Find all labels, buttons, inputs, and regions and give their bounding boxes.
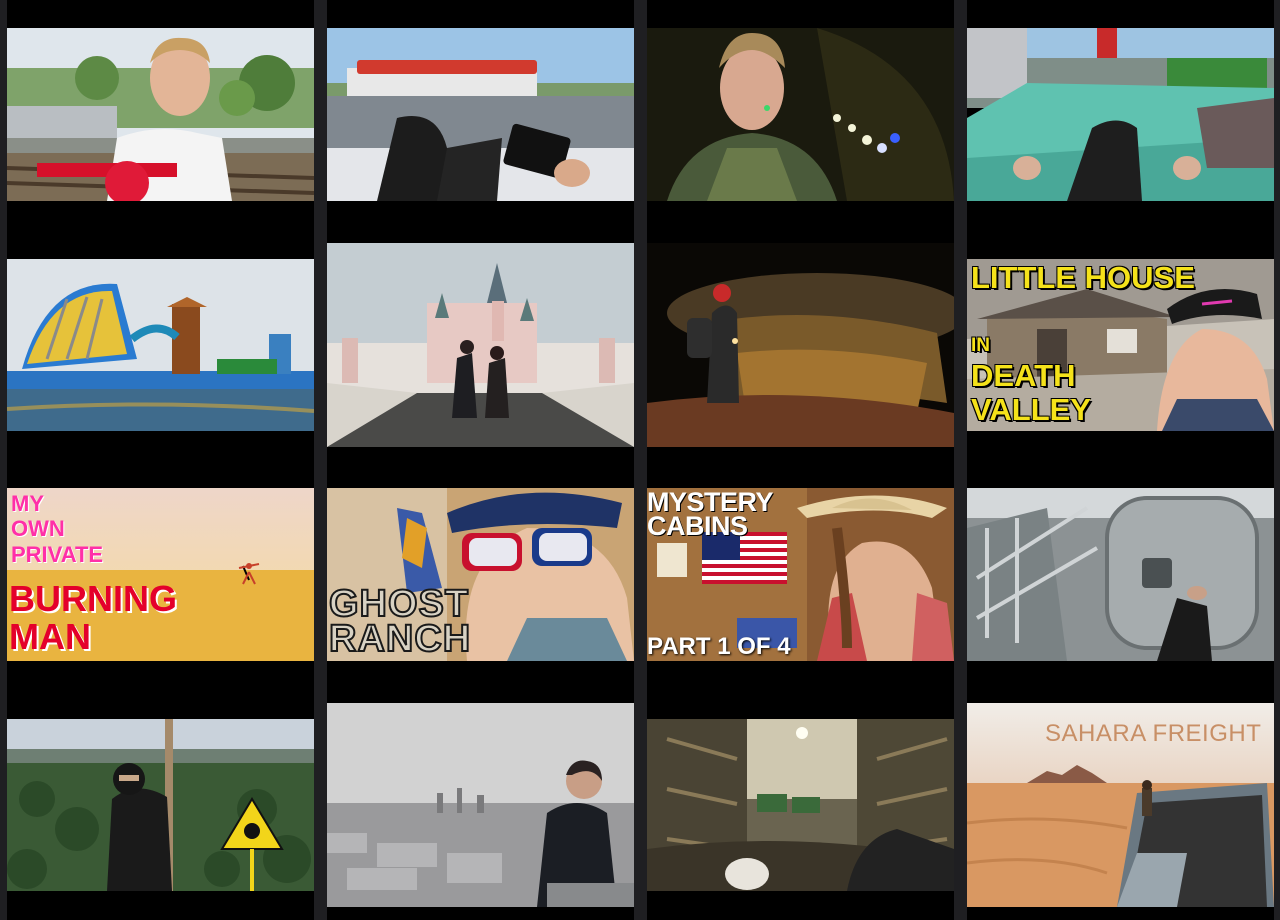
thumbnail-image [7, 719, 314, 891]
thumbnail-image [327, 243, 634, 447]
title-line-2: CABINS [647, 511, 748, 541]
video-thumbnail-ghost-ranch[interactable]: GHOST RANCH [327, 488, 634, 661]
title-line-4: VALLEY [971, 392, 1091, 427]
title-line-3: DEATH [971, 358, 1076, 393]
video-thumbnail-castle[interactable] [327, 243, 634, 447]
title-line-5: MAN [9, 616, 91, 657]
video-thumbnail-forest-climb[interactable] [7, 719, 314, 891]
video-thumbnail-little-house[interactable]: LITTLE HOUSE IN DEATH VALLEY [967, 259, 1274, 431]
video-thumbnail-mystery-cabins[interactable]: MYSTERY CABINS PART 1 OF 4 [647, 488, 954, 661]
thumbnail-image [327, 28, 634, 201]
gallery-column-1: MY OWN PRIVATE BURNING MAN [7, 0, 314, 920]
thumbnail-image [327, 703, 634, 907]
gallery-column-3: MYSTERY CABINS PART 1 OF 4 [647, 0, 954, 920]
title-line-2: RANCH [328, 618, 472, 660]
title-line-3: PART 1 OF 4 [647, 633, 791, 660]
title-line-1: LITTLE HOUSE [971, 260, 1195, 295]
video-thumbnail-ship-stairs[interactable] [967, 488, 1274, 661]
thumbnail-image [647, 243, 954, 447]
thumbnail-image [7, 259, 314, 431]
title-line-3: PRIVATE [11, 542, 104, 567]
title-line-1: MY [11, 491, 44, 516]
thumbnail-image [647, 28, 954, 201]
video-thumbnail-rooftop-pov[interactable] [967, 28, 1274, 201]
title-line-2: OWN [11, 516, 65, 541]
video-thumbnail-cave[interactable] [647, 243, 954, 447]
thumbnail-image [967, 488, 1274, 661]
video-thumbnail-bunker[interactable] [647, 719, 954, 891]
video-thumbnail-burning-man[interactable]: MY OWN PRIVATE BURNING MAN [7, 488, 314, 661]
video-thumbnail-city-rooftop[interactable] [327, 703, 634, 907]
title-line-4: BURNING [9, 578, 177, 619]
thumbnail-image [647, 719, 954, 891]
video-thumbnail-water-park[interactable] [7, 259, 314, 431]
video-thumbnail-tunnel[interactable] [647, 28, 954, 201]
gallery-column-4: LITTLE HOUSE IN DEATH VALLEY SAHARA FREI… [967, 0, 1274, 920]
video-thumbnail-sahara-freight[interactable]: SAHARA FREIGHT [967, 703, 1274, 907]
thumbnail-image [7, 28, 314, 201]
title-text: SAHARA FREIGHT [1045, 720, 1262, 747]
thumbnail-image [967, 28, 1274, 201]
gallery-column-2: GHOST RANCH [327, 0, 634, 920]
video-gallery: { "thumbnails": { "little_house": { "lin… [0, 0, 1280, 920]
title-line-1: GHOST [328, 583, 470, 625]
video-thumbnail-train-roof[interactable] [327, 28, 634, 201]
title-line-2: IN [971, 335, 990, 356]
video-thumbnail-interview[interactable] [7, 28, 314, 201]
